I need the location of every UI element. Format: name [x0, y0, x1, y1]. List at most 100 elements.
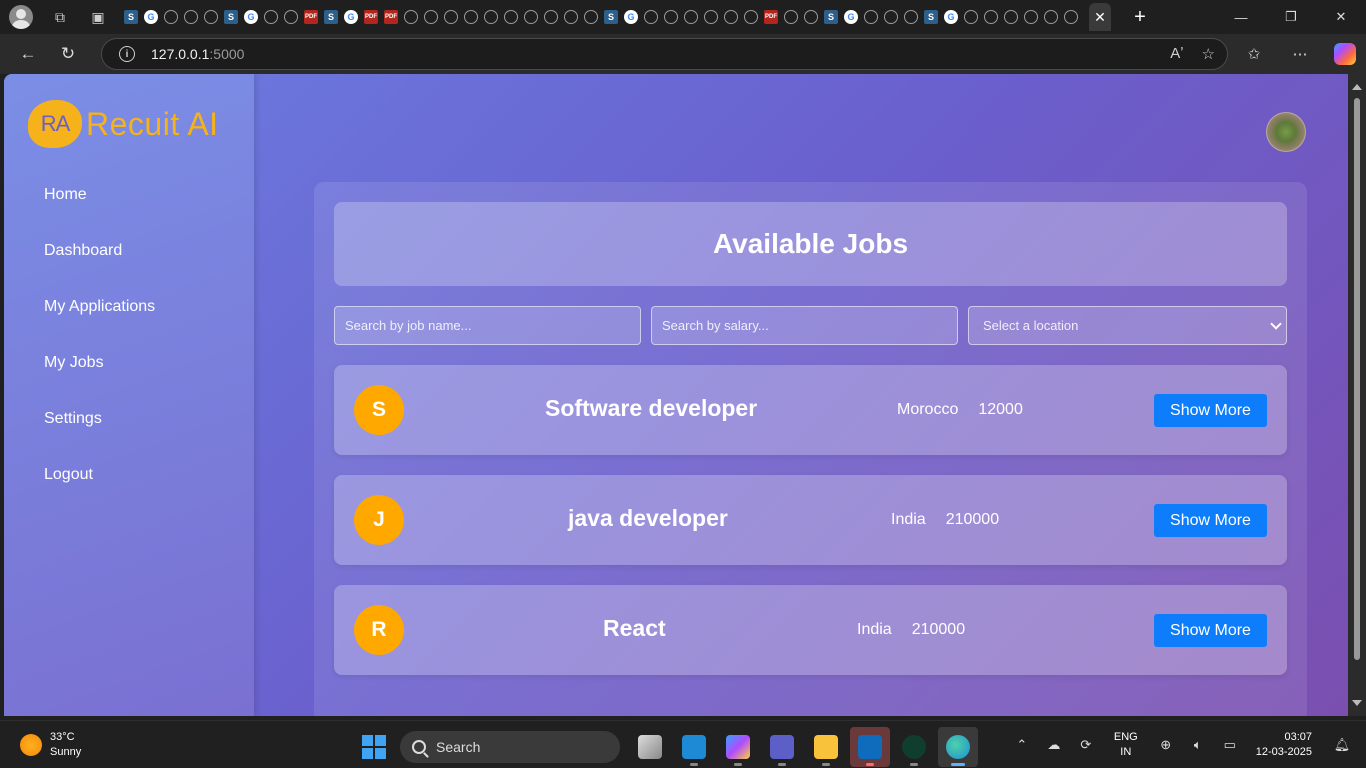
- sidebar-item-my-applications[interactable]: My Applications: [44, 296, 155, 352]
- file-explorer-icon[interactable]: [806, 727, 846, 767]
- battery-icon[interactable]: ▭: [1220, 735, 1240, 755]
- start-icon[interactable]: [362, 735, 386, 759]
- globe-tab-icon[interactable]: [781, 7, 801, 27]
- globe-tab-icon[interactable]: [281, 7, 301, 27]
- profile-icon[interactable]: [9, 5, 33, 29]
- globe-tab-icon[interactable]: [661, 7, 681, 27]
- globe-tab-icon[interactable]: [641, 7, 661, 27]
- globe-tab-icon[interactable]: [161, 7, 181, 27]
- pdf-tab-icon[interactable]: PDF: [301, 7, 321, 27]
- sharepoint-tab-icon[interactable]: S: [121, 7, 141, 27]
- location-select[interactable]: Select a location: [968, 306, 1287, 345]
- globe-tab-icon[interactable]: [401, 7, 421, 27]
- pdf-tab-icon[interactable]: PDF: [381, 7, 401, 27]
- sync-icon[interactable]: ⟳: [1076, 735, 1096, 755]
- favorite-star-icon[interactable]: ☆: [1202, 45, 1215, 63]
- show-more-button[interactable]: Show More: [1154, 614, 1267, 647]
- copilot-app-icon[interactable]: [718, 727, 758, 767]
- globe-tab-icon[interactable]: [181, 7, 201, 27]
- sharepoint-tab-icon[interactable]: S: [821, 7, 841, 27]
- avatar[interactable]: [1266, 112, 1306, 152]
- globe-tab-icon[interactable]: [561, 7, 581, 27]
- google-tab-icon[interactable]: G: [341, 7, 361, 27]
- back-icon[interactable]: ←: [16, 42, 40, 66]
- globe-tab-icon[interactable]: [261, 7, 281, 27]
- globe-tab-icon[interactable]: [581, 7, 601, 27]
- sharepoint-tab-icon[interactable]: S: [321, 7, 341, 27]
- globe-tab-icon[interactable]: [701, 7, 721, 27]
- globe-tab-icon[interactable]: [501, 7, 521, 27]
- sidebar-item-dashboard[interactable]: Dashboard: [44, 240, 155, 296]
- globe-tab-icon[interactable]: [981, 7, 1001, 27]
- vscode-icon[interactable]: [674, 727, 714, 767]
- language-indicator[interactable]: ENG IN: [1114, 730, 1138, 760]
- globe-tab-icon[interactable]: [1041, 7, 1061, 27]
- globe-tab-icon[interactable]: [541, 7, 561, 27]
- globe-tab-icon[interactable]: [1021, 7, 1041, 27]
- show-more-button[interactable]: Show More: [1154, 504, 1267, 537]
- globe-tab-icon[interactable]: [961, 7, 981, 27]
- globe-tab-icon[interactable]: [421, 7, 441, 27]
- task-view-icon[interactable]: [630, 727, 670, 767]
- pdf-tab-icon[interactable]: PDF: [761, 7, 781, 27]
- active-tab-close-button[interactable]: ✕: [1089, 3, 1111, 31]
- read-aloud-icon[interactable]: Aʼ: [1170, 45, 1183, 63]
- sharepoint-tab-icon[interactable]: S: [921, 7, 941, 27]
- logo[interactable]: RA Recuit AI: [28, 100, 219, 148]
- favorites-icon[interactable]: ✩: [1242, 42, 1266, 66]
- globe-tab-icon[interactable]: [481, 7, 501, 27]
- globe-tab-icon[interactable]: [721, 7, 741, 27]
- sharepoint-tab-icon[interactable]: S: [221, 7, 241, 27]
- teams-icon[interactable]: [762, 727, 802, 767]
- volume-icon[interactable]: 🔈︎: [1188, 735, 1208, 755]
- globe-tab-icon[interactable]: [741, 7, 761, 27]
- network-icon[interactable]: ⊕: [1156, 735, 1176, 755]
- workspaces-icon[interactable]: ⧉: [49, 6, 71, 28]
- refresh-icon[interactable]: ↻: [56, 42, 80, 66]
- address-bar[interactable]: i 127.0.0.1:5000 Aʼ ☆: [101, 38, 1228, 70]
- globe-tab-icon[interactable]: [461, 7, 481, 27]
- more-menu-icon[interactable]: ⋯: [1288, 42, 1312, 66]
- job-name-search-input[interactable]: Search by job name...: [334, 306, 641, 345]
- tab-actions-icon[interactable]: ▣: [87, 6, 109, 28]
- globe-tab-icon[interactable]: [201, 7, 221, 27]
- globe-tab-icon[interactable]: [681, 7, 701, 27]
- pdf-tab-icon[interactable]: PDF: [361, 7, 381, 27]
- globe-tab-icon[interactable]: [441, 7, 461, 27]
- show-more-button[interactable]: Show More: [1154, 394, 1267, 427]
- salary-search-input[interactable]: Search by salary...: [651, 306, 958, 345]
- sidebar-item-my-jobs[interactable]: My Jobs: [44, 352, 155, 408]
- sidebar-item-settings[interactable]: Settings: [44, 408, 155, 464]
- weather-widget[interactable]: 33°C Sunny: [20, 730, 81, 760]
- google-tab-icon[interactable]: G: [241, 7, 261, 27]
- google-tab-icon[interactable]: G: [841, 7, 861, 27]
- minimize-icon[interactable]: —: [1216, 0, 1266, 34]
- globe-tab-icon[interactable]: [801, 7, 821, 27]
- new-tab-button[interactable]: +: [1129, 6, 1151, 29]
- scroll-thumb[interactable]: [1354, 98, 1360, 660]
- globe-tab-icon[interactable]: [861, 7, 881, 27]
- globe-tab-icon[interactable]: [521, 7, 541, 27]
- google-tab-icon[interactable]: G: [141, 7, 161, 27]
- copilot-icon[interactable]: [1334, 43, 1356, 65]
- google-tab-icon[interactable]: G: [621, 7, 641, 27]
- globe-tab-icon[interactable]: [881, 7, 901, 27]
- scroll-up-icon[interactable]: [1352, 84, 1362, 90]
- site-info-icon[interactable]: i: [119, 46, 135, 62]
- onedrive-icon[interactable]: ☁: [1044, 735, 1064, 755]
- page-scrollbar[interactable]: [1348, 74, 1366, 716]
- mongodb-compass-icon[interactable]: [894, 727, 934, 767]
- notification-bell-icon[interactable]: 🔔︎: [1332, 735, 1352, 755]
- outlook-icon[interactable]: [850, 727, 890, 767]
- restore-icon[interactable]: ❐: [1266, 0, 1316, 34]
- taskbar-search[interactable]: Search: [400, 731, 620, 763]
- close-window-icon[interactable]: ✕: [1316, 0, 1366, 34]
- sidebar-item-logout[interactable]: Logout: [44, 464, 155, 520]
- google-tab-icon[interactable]: G: [941, 7, 961, 27]
- globe-tab-icon[interactable]: [1061, 7, 1081, 27]
- chevron-up-icon[interactable]: ⌃: [1012, 735, 1032, 755]
- clock[interactable]: 03:07 12-03-2025: [1256, 730, 1312, 760]
- sharepoint-tab-icon[interactable]: S: [601, 7, 621, 27]
- globe-tab-icon[interactable]: [901, 7, 921, 27]
- sidebar-item-home[interactable]: Home: [44, 184, 155, 240]
